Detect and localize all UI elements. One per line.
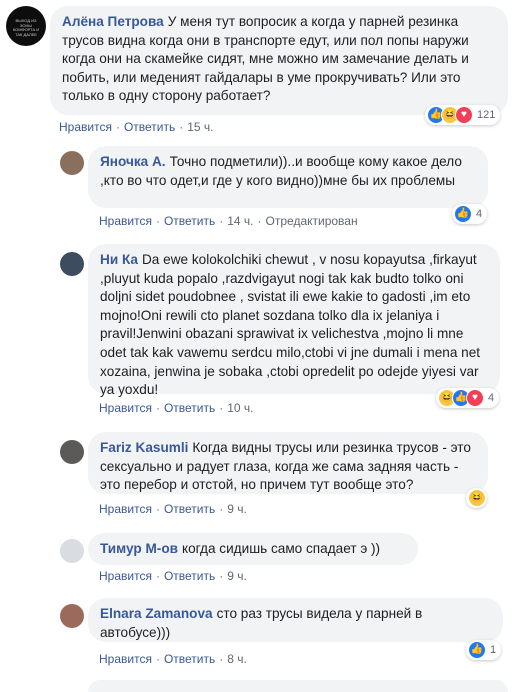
like-button[interactable]: Нравится [99,401,152,415]
reaction-summary[interactable]: 👍 😆 ♥ 121 [425,105,501,125]
timestamp[interactable]: 10 ч. [227,401,253,415]
like-button[interactable]: Нравится [99,569,152,583]
reaction-count: 1 [490,644,497,656]
avatar[interactable]: ВЫХОД ИЗ ЗОНЫ КОМФОРТА И ТАК ДАЛЕЕ [6,6,46,46]
comment-bubble: Алёна Петрова У меня тут вопросик а когда… [50,6,508,115]
avatar[interactable] [60,604,84,628]
avatar[interactable] [60,151,84,175]
avatar-caption: ВЫХОД ИЗ ЗОНЫ КОМФОРТА И ТАК ДАЛЕЕ [12,18,40,37]
next-comment-bubble [88,680,508,692]
reply-button[interactable]: Ответить [124,120,175,134]
reply-button[interactable]: Ответить [164,214,215,228]
comment-actions: Нравится · Ответить · 10 ч. [99,401,254,415]
reaction-summary[interactable]: 👍 4 [452,204,488,224]
comment-author[interactable]: Тимур М-ов [100,541,178,556]
reaction-summary[interactable]: 😆 [466,488,487,508]
love-icon: ♥ [455,106,473,124]
like-button[interactable]: Нравится [99,652,152,666]
timestamp[interactable]: 9 ч. [227,569,247,583]
reaction-count: 121 [477,109,496,121]
reply-button[interactable]: Ответить [164,401,215,415]
avatar[interactable] [60,252,84,276]
timestamp[interactable]: 14 ч. [227,214,253,228]
like-button[interactable]: Нравится [99,502,152,516]
reply-button[interactable]: Ответить [164,569,215,583]
comment-text: когда сидишь само спадает э )) [182,541,381,556]
timestamp[interactable]: 15 ч. [187,120,213,134]
reaction-count: 4 [488,392,495,404]
haha-icon: 😆 [468,489,486,507]
comment-text: Da ewe kolokolchiki chewut , v nosu kopa… [100,252,481,398]
reaction-count: 4 [476,208,483,220]
like-button[interactable]: Нравится [59,120,112,134]
reaction-summary[interactable]: 👍 1 [466,640,502,660]
comment-author[interactable]: Elnara Zamanova [100,606,213,621]
comment-bubble: Elnara Zamanova сто раз трусы видела у па… [88,598,503,642]
comment-author[interactable]: Ни Ка [100,252,138,267]
edited-label: Отредактирован [265,214,358,228]
comment-bubble: Fariz Kasumli Когда видны трусы или резин… [88,432,488,494]
comment-author[interactable]: Яночка А. [100,154,166,169]
like-button[interactable]: Нравится [99,214,152,228]
comment-bubble: Яночка А. Точно подметили))..и вообще ком… [88,146,488,208]
timestamp[interactable]: 8 ч. [227,652,247,666]
comment-author[interactable]: Алёна Петрова [62,14,164,29]
comment-bubble: Тимур М-ов когда сидишь само спадает э )) [88,533,418,565]
comment-actions: Нравится · Ответить · 14 ч. · Отредактирован [99,214,358,228]
like-icon: 👍 [468,641,486,659]
comment-actions: Нравится · Ответить · 9 ч. [99,502,247,516]
reaction-summary[interactable]: 😆 👍 ♥ 4 [436,388,500,408]
reply-button[interactable]: Ответить [164,502,215,516]
love-icon: ♥ [466,389,484,407]
comment-bubble: Ни Ка Da ewe kolokolchiki chewut , v nosu… [88,244,500,398]
comment-actions: Нравится · Ответить · 15 ч. [59,120,214,134]
avatar[interactable] [60,539,84,563]
avatar[interactable] [60,440,84,464]
comment-actions: Нравится · Ответить · 8 ч. [99,652,247,666]
reply-button[interactable]: Ответить [164,652,215,666]
timestamp[interactable]: 9 ч. [227,502,247,516]
comment-author[interactable]: Fariz Kasumli [100,440,188,455]
like-icon: 👍 [454,205,472,223]
comment-actions: Нравится · Ответить · 9 ч. [99,569,247,583]
